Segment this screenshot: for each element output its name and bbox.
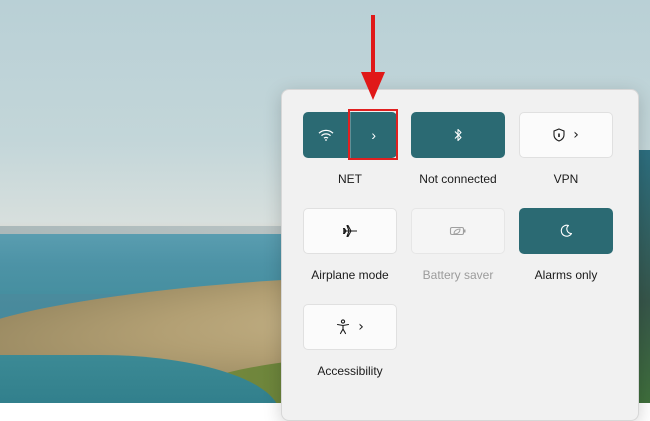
airplane-icon [342, 224, 357, 238]
bluetooth-tile-label: Not connected [419, 172, 497, 186]
accessibility-tile[interactable]: › [303, 304, 397, 350]
annotation-arrow-head [361, 72, 385, 100]
accessibility-tile-label: Accessibility [317, 364, 383, 378]
battery-saver-tile [411, 208, 505, 254]
airplane-mode-tile-label: Airplane mode [311, 268, 389, 282]
bluetooth-icon [454, 128, 462, 142]
quick-settings-panel: › NET Not connected › VPN Airplane mode … [281, 89, 639, 421]
battery-saver-tile-label: Battery saver [422, 268, 494, 282]
vpn-tile[interactable]: › [519, 112, 613, 158]
bluetooth-tile[interactable] [411, 112, 505, 158]
wifi-icon [318, 129, 334, 141]
chevron-right-icon: › [358, 319, 364, 335]
accessibility-icon [337, 319, 350, 335]
wifi-tile-label: NET [338, 172, 362, 186]
battery-saver-icon [449, 226, 466, 236]
annotation-arrow-shaft [371, 15, 375, 79]
chevron-right-icon: › [573, 127, 579, 143]
vpn-tile-label: VPN [553, 172, 579, 186]
annotation-highlight-box [348, 109, 398, 160]
wifi-toggle-button[interactable] [303, 112, 350, 158]
alarms-only-tile[interactable] [519, 208, 613, 254]
shield-icon [553, 128, 565, 142]
alarms-only-tile-label: Alarms only [534, 268, 598, 282]
moon-icon [560, 224, 573, 237]
airplane-mode-tile[interactable] [303, 208, 397, 254]
